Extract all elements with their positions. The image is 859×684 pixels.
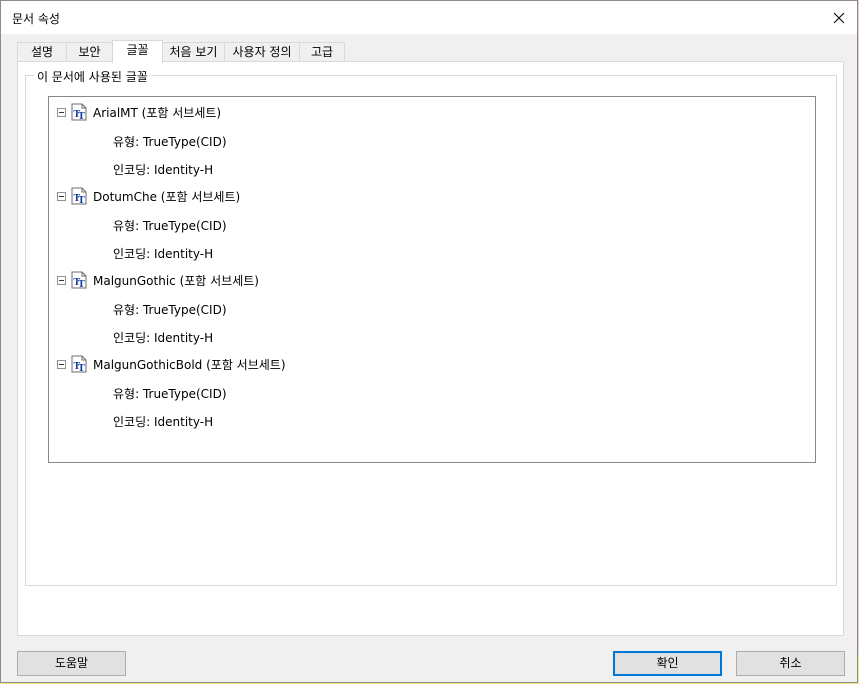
- font-name: ArialMT (포함 서브세트): [93, 106, 222, 120]
- truetype-font-icon: T T: [71, 103, 87, 121]
- collapse-icon[interactable]: [57, 276, 66, 285]
- font-type: 유형: TrueType(CID): [113, 219, 227, 233]
- tab-security[interactable]: 보안: [66, 42, 113, 61]
- cancel-button[interactable]: 취소: [736, 651, 845, 676]
- font-type: 유형: TrueType(CID): [113, 387, 227, 401]
- tab-description[interactable]: 설명: [17, 42, 67, 61]
- font-encoding: 인코딩: Identity-H: [113, 247, 214, 261]
- font-encoding: 인코딩: Identity-H: [113, 163, 214, 177]
- font-encoding: 인코딩: Identity-H: [113, 415, 214, 429]
- close-button[interactable]: [827, 7, 851, 29]
- font-name: MalgunGothicBold (포함 서브세트): [93, 358, 286, 372]
- close-icon: [833, 12, 845, 24]
- help-button[interactable]: 도움말: [17, 651, 126, 676]
- title-bar: 문서 속성: [1, 1, 857, 34]
- font-name: MalgunGothic (포함 서브세트): [93, 274, 259, 288]
- truetype-font-icon: T T: [71, 355, 87, 373]
- font-type: 유형: TrueType(CID): [113, 135, 227, 149]
- fonts-groupbox: 이 문서에 사용된 글꼴 T T ArialMT (포함 서브세트) 유형: T…: [25, 68, 837, 586]
- font-encoding: 인코딩: Identity-H: [113, 331, 214, 345]
- fonts-group-legend: 이 문서에 사용된 글꼴: [34, 68, 151, 85]
- truetype-font-icon: T T: [71, 271, 87, 289]
- tab-advanced[interactable]: 고급: [299, 42, 345, 61]
- tab-fonts[interactable]: 글꼴: [112, 40, 163, 63]
- tab-custom[interactable]: 사용자 정의: [224, 42, 300, 61]
- font-type: 유형: TrueType(CID): [113, 303, 227, 317]
- document-properties-dialog: 문서 속성 설명 보안 글꼴 처음 보기 사용자 정의 고급 이 문서에 사용된…: [0, 0, 858, 683]
- ok-button[interactable]: 확인: [613, 651, 722, 676]
- svg-text:T: T: [78, 112, 85, 121]
- fonts-tab-panel: 이 문서에 사용된 글꼴 T T ArialMT (포함 서브세트) 유형: T…: [17, 61, 844, 636]
- svg-text:T: T: [78, 280, 85, 289]
- font-name: DotumChe (포함 서브세트): [93, 190, 241, 204]
- collapse-icon[interactable]: [57, 108, 66, 117]
- svg-text:T: T: [78, 196, 85, 205]
- tab-initial-view[interactable]: 처음 보기: [162, 42, 225, 61]
- font-tree[interactable]: T T ArialMT (포함 서브세트) 유형: TrueType(CID) …: [48, 96, 816, 463]
- collapse-icon[interactable]: [57, 192, 66, 201]
- svg-text:T: T: [78, 364, 85, 373]
- truetype-font-icon: T T: [71, 187, 87, 205]
- collapse-icon[interactable]: [57, 360, 66, 369]
- dialog-title: 문서 속성: [12, 12, 60, 26]
